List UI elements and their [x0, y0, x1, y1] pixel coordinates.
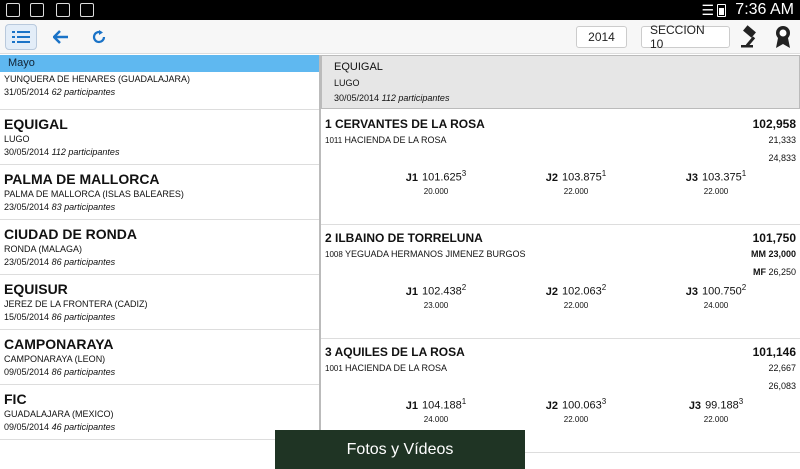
judge-score: J2 103.8751 22.000	[545, 169, 607, 196]
refresh-icon	[92, 30, 106, 44]
awards-button[interactable]	[770, 24, 796, 50]
list-item[interactable]: FIC GUADALAJARA (MEXICO) 09/05/2014 46 p…	[0, 385, 319, 440]
result-subscore-2: MF 26,250	[752, 267, 796, 277]
competition-name: PALMA DE MALLORCA	[4, 171, 160, 187]
year-selector[interactable]: 2014	[576, 26, 627, 48]
judge-score: J1 102.4382 23.000	[405, 283, 467, 310]
event-date: 30/05/2014 112 participantes	[334, 93, 450, 103]
competition-name: FIC	[4, 391, 27, 407]
competition-date: 09/05/2014 86 participantes	[4, 367, 116, 377]
month-header: Mayo	[0, 55, 319, 72]
status-bar: ☰ 7:36 AM	[0, 0, 800, 20]
award-ribbon-icon	[776, 26, 790, 48]
competition-name: CAMPONARAYA	[4, 336, 114, 352]
event-header: EQUIGAL LUGO 30/05/2014 112 participante…	[321, 55, 800, 109]
wifi-icon: ☰	[701, 2, 714, 18]
result-owner: 1001 HACIENDA DE LA ROSA	[325, 363, 448, 373]
competition-date: 30/05/2014 112 participantes	[4, 147, 120, 157]
section-selector[interactable]: SECCION 10	[641, 23, 730, 51]
competition-location: JEREZ DE LA FRONTERA (CADIZ)	[4, 299, 148, 309]
competition-location: PALMA DE MALLORCA (ISLAS BALEARES)	[4, 189, 184, 199]
toolbar: 2014 SECCION 10	[0, 20, 800, 54]
result-score: 101,750	[752, 231, 796, 245]
judge-score: J1 104.1881 24.000	[405, 397, 467, 424]
result-row[interactable]: 1 CERVANTES DE LA ROSA 102,958 1011 HACI…	[321, 111, 800, 225]
back-button[interactable]	[50, 24, 72, 50]
result-subscore-1: MM 23,000	[750, 249, 796, 259]
result-title: 2 ILBAINO DE TORRELUNA	[325, 231, 483, 245]
status-time: 7:36 AM	[735, 1, 794, 18]
judge-score: J2 102.0632 22.000	[545, 283, 607, 310]
list-item[interactable]: EQUIGAL LUGO 30/05/2014 112 participante…	[0, 110, 319, 165]
list-item[interactable]: CAMPONARAYA CAMPONARAYA (LEON) 09/05/201…	[0, 330, 319, 385]
competition-date: 15/05/2014 86 participantes	[4, 312, 116, 322]
competition-list: Mayo YUNQUERA DE HENARES (GUADALAJARA) 3…	[0, 55, 319, 469]
list-item[interactable]: PALMA DE MALLORCA PALMA DE MALLORCA (ISL…	[0, 165, 319, 220]
result-title: 3 AQUILES DE LA ROSA	[325, 345, 465, 359]
result-subscore-1: 22,667	[768, 363, 796, 373]
result-score: 102,958	[752, 117, 796, 131]
judge-score: J1 101.6253 20.000	[405, 169, 467, 196]
result-subscore-2: 24,833	[768, 153, 796, 163]
gavel-icon	[741, 25, 756, 48]
competition-name: CIUDAD DE RONDA	[4, 226, 137, 242]
list-view-button[interactable]	[5, 24, 37, 50]
list-icon	[12, 31, 30, 43]
competition-date: 31/05/2014 62 participantes	[4, 87, 116, 97]
result-row[interactable]: 2 ILBAINO DE TORRELUNA 101,750 1008 YEGU…	[321, 225, 800, 339]
competition-detail: EQUIGAL LUGO 30/05/2014 112 participante…	[321, 55, 800, 469]
phone-settings-icon	[30, 3, 44, 17]
competition-name: EQUIGAL	[4, 116, 68, 132]
judge-score: J3 100.7502 24.000	[685, 283, 747, 310]
list-item[interactable]: EQUISUR JEREZ DE LA FRONTERA (CADIZ) 15/…	[0, 275, 319, 330]
event-name: EQUIGAL	[334, 61, 383, 73]
photos-videos-button[interactable]: Fotos y Vídeos	[275, 430, 525, 469]
gallery-icon	[6, 3, 20, 17]
competition-location: LUGO	[4, 134, 30, 144]
shopping-bag-icon	[80, 3, 94, 17]
result-score: 101,146	[752, 345, 796, 359]
back-arrow-icon	[53, 30, 68, 44]
competition-location: GUADALAJARA (MEXICO)	[4, 409, 114, 419]
competition-location: CAMPONARAYA (LEON)	[4, 354, 106, 364]
result-owner: 1011 HACIENDA DE LA ROSA	[325, 135, 447, 145]
competition-date: 23/05/2014 83 participantes	[4, 202, 116, 212]
competition-date: 09/05/2014 46 participantes	[4, 422, 116, 432]
judge-button[interactable]	[738, 24, 766, 50]
event-location: LUGO	[334, 78, 360, 88]
competition-date: 23/05/2014 86 participantes	[4, 257, 116, 267]
competition-location: RONDA (MALAGA)	[4, 244, 83, 254]
result-title: 1 CERVANTES DE LA ROSA	[325, 117, 485, 131]
result-subscore-1: 21,333	[768, 135, 796, 145]
judge-score: J3 103.3751 22.000	[685, 169, 747, 196]
battery-icon	[717, 4, 726, 17]
competition-location: YUNQUERA DE HENARES (GUADALAJARA)	[4, 74, 191, 84]
clipboard-check-icon	[56, 3, 70, 17]
list-item[interactable]: CIUDAD DE RONDA RONDA (MALAGA) 23/05/201…	[0, 220, 319, 275]
judge-score: J3 99.1883 22.000	[688, 397, 744, 424]
result-subscore-2: 26,083	[768, 381, 796, 391]
judge-score: J2 100.0633 22.000	[545, 397, 607, 424]
result-owner: 1008 YEGUADA HERMANOS JIMENEZ BURGOS	[325, 249, 526, 259]
competition-name: EQUISUR	[4, 281, 68, 297]
refresh-button[interactable]	[88, 24, 110, 50]
